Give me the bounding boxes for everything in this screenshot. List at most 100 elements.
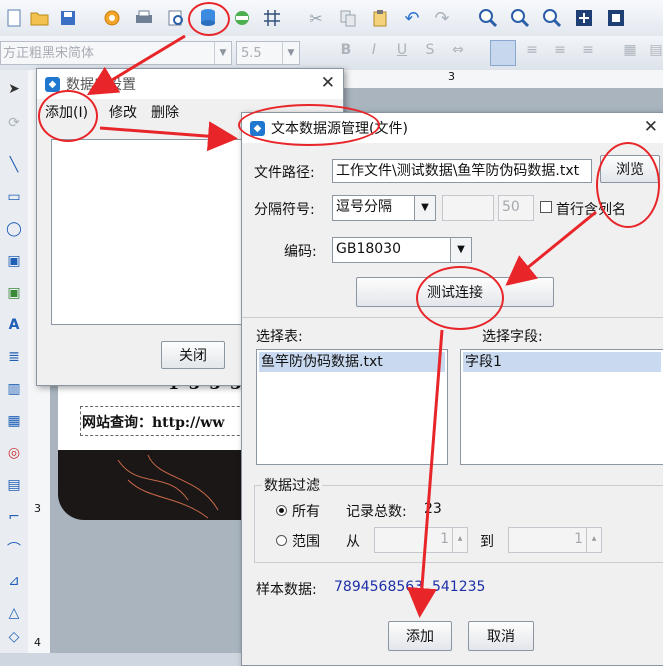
encoding-label: 编码: <box>284 244 317 260</box>
new-icon[interactable] <box>2 6 26 30</box>
datasource-list[interactable] <box>51 139 251 325</box>
lines-icon[interactable] <box>260 6 284 30</box>
curve-tool-icon[interactable]: ⌐ <box>3 506 25 528</box>
bold-icon[interactable]: B <box>336 42 356 58</box>
copy-icon[interactable] <box>336 6 360 30</box>
align-justify-icon[interactable]: ≡ <box>578 42 598 58</box>
spinner[interactable]: ▲▼ <box>586 528 601 552</box>
range-from-value: 1 <box>440 531 449 547</box>
separator-length-value: 50 <box>502 199 520 215</box>
menu-delete[interactable]: 删除 <box>151 102 179 122</box>
pointer-icon[interactable]: ➤ <box>3 78 25 100</box>
zoom-in-icon[interactable] <box>476 6 500 30</box>
file-path-value: 工作文件\测试数据\鱼竿防伪码数据.txt <box>336 163 580 179</box>
separator-length-input[interactable]: 50 <box>498 195 534 221</box>
print-icon[interactable] <box>132 6 156 30</box>
field-list-item[interactable]: 字段1 <box>463 352 661 372</box>
filter-all-label: 所有 <box>292 504 320 520</box>
filter-all-radio[interactable] <box>276 505 287 516</box>
rectangle-tool-icon[interactable]: ▭ <box>3 186 25 208</box>
print-preview-icon[interactable] <box>164 6 188 30</box>
layout-icon[interactable]: ▦ <box>620 42 640 58</box>
underline-icon[interactable]: U <box>392 42 412 58</box>
encoding-value: GB18030 <box>336 241 401 257</box>
table-list-item[interactable]: 鱼竿防伪码数据.txt <box>259 352 445 372</box>
zoom-fit-icon[interactable] <box>540 6 564 30</box>
diamond-tool-icon[interactable]: ◇ <box>3 626 25 648</box>
chevron-down-icon: ▼ <box>414 196 435 220</box>
text-tool-icon[interactable]: A <box>3 314 25 336</box>
qrcode-tool-icon[interactable]: ▦ <box>3 410 25 432</box>
paste-icon[interactable] <box>368 6 392 30</box>
cut-icon[interactable]: ✂ <box>304 6 328 30</box>
align-right-icon[interactable]: ≡ <box>550 42 570 58</box>
range-from-input[interactable]: 1 ▲▼ <box>374 527 468 553</box>
rotate-icon[interactable]: ⟳ <box>3 112 25 134</box>
filter-range-radio[interactable] <box>276 535 287 546</box>
sample-data-value: 7894568563 541235 <box>334 579 486 595</box>
separator-custom-input[interactable] <box>442 195 494 221</box>
annotation-circle <box>188 2 230 36</box>
fullscreen-icon[interactable] <box>604 6 628 30</box>
save-icon[interactable] <box>56 6 80 30</box>
file-path-label: 文件路径: <box>254 165 315 181</box>
cancel-button[interactable]: 取消 <box>468 621 534 651</box>
triangle-tool-icon[interactable]: △ <box>3 602 25 624</box>
range-to-label: 到 <box>480 534 494 550</box>
selection-frame <box>80 406 260 436</box>
separator-label: 分隔符号: <box>254 202 315 218</box>
ellipse-tool-icon[interactable]: ◯ <box>3 218 25 240</box>
annotation-circle <box>238 104 380 146</box>
ruler-mark: 3 <box>448 70 455 83</box>
undo-icon[interactable]: ↶ <box>400 6 424 30</box>
close-icon[interactable]: ✕ <box>321 73 335 93</box>
picture-tool-icon[interactable]: ▣ <box>3 282 25 304</box>
barcode-tool-icon[interactable]: ▥ <box>3 378 25 400</box>
main-toolbar: ✂ ↶ ↷ <box>0 0 663 37</box>
open-icon[interactable] <box>28 6 52 30</box>
ruler-mark: 4 <box>34 636 41 649</box>
ruler-mark: 3 <box>34 502 41 515</box>
line-tool-icon[interactable]: ╲ <box>3 154 25 176</box>
menu-edit[interactable]: 修改 <box>109 102 137 122</box>
redo-icon[interactable]: ↷ <box>430 6 454 30</box>
field-list[interactable]: 字段1 <box>460 349 663 465</box>
filter-group-label: 数据过滤 <box>262 475 322 495</box>
settings-icon[interactable] <box>100 6 124 30</box>
encoding-select[interactable]: GB18030 ▼ <box>332 237 472 263</box>
align-center-icon[interactable]: ≡ <box>522 42 542 58</box>
close-button[interactable]: 关闭 <box>161 341 225 369</box>
table-list[interactable]: 鱼竿防伪码数据.txt <box>256 349 448 465</box>
align-left-icon[interactable] <box>490 40 516 66</box>
font-size-value: 5.5 <box>241 46 262 61</box>
record-count-value: 23 <box>424 501 442 517</box>
first-row-header-checkbox[interactable] <box>540 201 552 213</box>
strikethrough-icon[interactable]: S <box>420 42 440 58</box>
spinner[interactable]: ▲▼ <box>452 528 467 552</box>
left-tool-strip: ➤ ⟳ ╲ ▭ ◯ ▣ ▣ A ≣ ▥ ▦ ◎ ▤ ⌐ ⌒ ⊿ △ ◇ <box>0 70 29 653</box>
zoom-page-icon[interactable] <box>572 6 596 30</box>
zoom-out-icon[interactable] <box>508 6 532 30</box>
layout-2-icon[interactable]: ▤ <box>646 42 663 58</box>
separator-select[interactable]: 逗号分隔 ▼ <box>332 195 436 221</box>
select-table-label: 选择表: <box>256 329 303 345</box>
table-tool-icon[interactable]: ▤ <box>3 474 25 496</box>
font-family-select[interactable]: 方正粗黑宋简体 ▼ <box>0 41 232 65</box>
add-button[interactable]: 添加 <box>388 621 452 651</box>
letter-spacing-icon[interactable]: ⇔ <box>448 42 468 58</box>
shape-tool-icon[interactable]: ◎ <box>3 442 25 464</box>
file-path-input[interactable]: 工作文件\测试数据\鱼竿防伪码数据.txt <box>332 159 592 183</box>
font-size-select[interactable]: 5.5 ▼ <box>236 41 300 65</box>
close-icon[interactable]: ✕ <box>644 117 658 137</box>
image-tool-icon[interactable]: ▣ <box>3 250 25 272</box>
italic-icon[interactable]: I <box>364 42 384 58</box>
filter-range-label: 范围 <box>292 534 320 550</box>
arc-tool-icon[interactable]: ⌒ <box>3 538 25 560</box>
chevron-down-icon: ▼ <box>282 42 299 64</box>
sample-data-label: 样本数据: <box>256 582 317 598</box>
chevron-down-icon: ▼ <box>214 42 231 64</box>
polygon-tool-icon[interactable]: ⊿ <box>3 570 25 592</box>
range-to-input[interactable]: 1 ▲▼ <box>508 527 602 553</box>
grid-icon[interactable] <box>230 6 254 30</box>
rich-text-tool-icon[interactable]: ≣ <box>3 346 25 368</box>
